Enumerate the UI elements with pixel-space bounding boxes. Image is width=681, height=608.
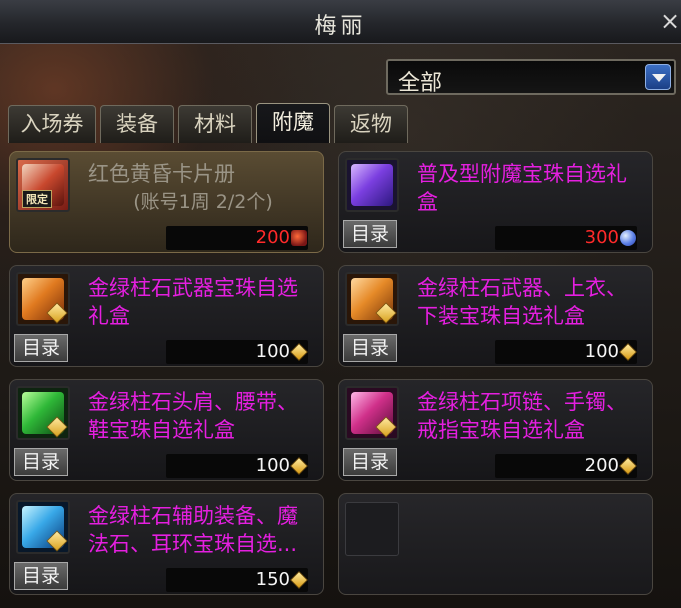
blue-orb-box-icon [345,158,399,212]
item-price: 150 [255,569,290,590]
price-box: 300 [495,226,637,250]
tab-return[interactable]: 返物 [334,105,408,143]
item-name: 金绿柱石辅助装备、魔法石、耳环宝珠自选... [88,504,298,556]
gold-coin-icon [290,571,308,589]
catalog-button[interactable]: 目录 [343,334,397,362]
tab-equipment[interactable]: 装备 [100,105,174,143]
shop-item[interactable]: 目录 普及型附魔宝珠自选礼盒 300 [338,151,653,253]
price-box: 100 [166,454,308,478]
item-name: 金绿柱石头肩、腰带、鞋宝珠自选礼盒 [88,390,298,442]
tab-tickets[interactable]: 入场券 [8,105,96,143]
card-currency-icon [291,230,307,246]
title-bar[interactable]: 梅丽 × [0,0,681,44]
gold-coin-icon [290,457,308,475]
shop-item[interactable]: 目录 金绿柱石项链、手镯、戒指宝珠自选礼盒 200 [338,379,653,481]
price-box: 200 [166,226,308,250]
category-dropdown[interactable]: 全部 [386,59,676,96]
catalog-button[interactable]: 目录 [14,448,68,476]
price-box: 150 [166,568,308,592]
shop-item[interactable]: 目录 金绿柱石辅助装备、魔法石、耳环宝珠自选... 150 [9,493,324,595]
catalog-button[interactable]: 目录 [14,334,68,362]
item-name: 普及型附魔宝珠自选礼盒 [417,162,627,214]
item-name: 红色黄昏卡片册 [88,162,235,186]
cyan-orb-box-icon [16,500,70,554]
chevron-down-icon[interactable] [645,64,671,90]
item-price: 100 [584,341,619,362]
item-price: 200 [584,455,619,476]
orange-orb-box-icon [16,272,70,326]
purchase-limit: (账号1周 2/2个) [133,191,273,213]
catalog-button[interactable]: 目录 [343,220,397,248]
price-box: 100 [166,340,308,364]
gold-coin-icon [619,457,637,475]
gold-coin-icon [619,343,637,361]
crystal-coin-icon [620,230,636,246]
dropdown-value: 全部 [398,71,443,96]
shop-item[interactable]: 限定 红色黄昏卡片册 (账号1周 2/2个) 200 [9,151,324,253]
close-icon[interactable]: × [660,8,680,34]
orange-orb-box-icon [345,272,399,326]
item-price: 200 [255,227,290,248]
price-box: 100 [495,340,637,364]
limited-badge: 限定 [22,190,52,208]
catalog-button[interactable]: 目录 [14,562,68,590]
pink-orb-box-icon [345,386,399,440]
item-name: 金绿柱石武器宝珠自选礼盒 [88,276,298,328]
item-price: 100 [255,455,290,476]
catalog-button[interactable]: 目录 [343,448,397,476]
empty-shop-slot [338,493,653,595]
shop-window: 梅丽 × 全部 入场券 装备 材料 附魔 返物 限定 红色黄昏卡片册 (账号1周… [0,0,681,608]
shop-item[interactable]: 目录 金绿柱石头肩、腰带、鞋宝珠自选礼盒 100 [9,379,324,481]
window-title: 梅丽 [314,14,367,39]
item-price: 300 [584,227,619,248]
item-name: 金绿柱石项链、手镯、戒指宝珠自选礼盒 [417,390,627,442]
green-orb-box-icon [16,386,70,440]
empty-icon-slot [345,502,399,556]
tab-materials[interactable]: 材料 [178,105,252,143]
shop-item[interactable]: 目录 金绿柱石武器、上衣、下装宝珠自选礼盒 100 [338,265,653,367]
card-album-icon: 限定 [16,158,70,212]
tab-enchant[interactable]: 附魔 [256,103,330,143]
price-box: 200 [495,454,637,478]
shop-item[interactable]: 目录 金绿柱石武器宝珠自选礼盒 100 [9,265,324,367]
item-name: 金绿柱石武器、上衣、下装宝珠自选礼盒 [417,276,627,328]
item-price: 100 [255,341,290,362]
gold-coin-icon [290,343,308,361]
